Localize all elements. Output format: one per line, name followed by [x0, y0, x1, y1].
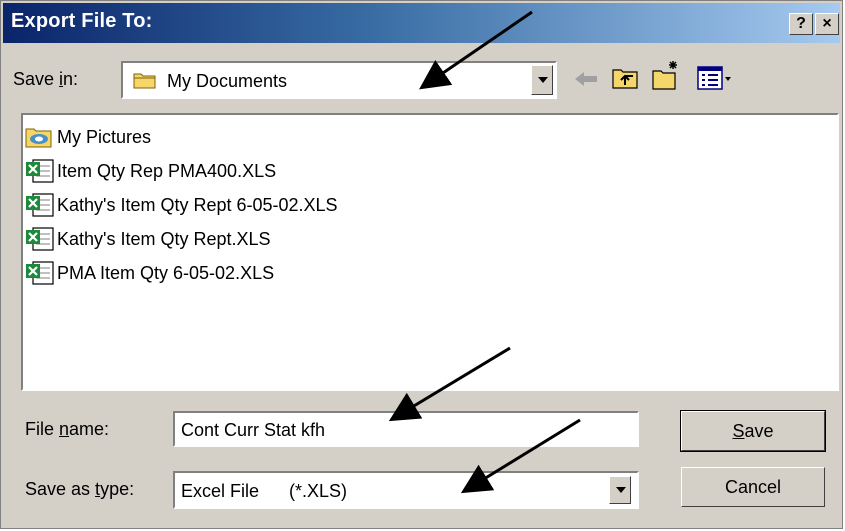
chevron-down-icon — [538, 77, 548, 83]
file-name-value: Cont Curr Stat kfh — [181, 420, 326, 440]
file-name-input[interactable]: Cont Curr Stat kfh — [173, 411, 639, 447]
save-as-type-combo[interactable]: Excel File (*.XLS) — [173, 471, 639, 509]
save-in-combo[interactable]: My Documents — [121, 61, 557, 99]
save-as-type-label: Save as type: — [25, 479, 135, 499]
save-in-dropdown-button[interactable] — [531, 65, 553, 95]
list-item[interactable]: PMA Item Qty 6-05-02.XLS — [25, 257, 274, 289]
save-in-label: Save in: — [13, 69, 79, 89]
excel-file-icon — [26, 159, 54, 183]
list-item[interactable]: Kathy's Item Qty Rept.XLS — [25, 223, 271, 255]
close-button[interactable]: × — [815, 13, 839, 35]
cancel-button[interactable]: Cancel — [681, 467, 825, 507]
save-in-value: My Documents — [167, 71, 288, 91]
back-arrow-icon[interactable] — [573, 67, 599, 96]
save-as-type-dropdown-button[interactable] — [609, 476, 631, 504]
title-bar[interactable]: Export File To: ? × — [3, 3, 840, 43]
excel-file-icon — [26, 227, 54, 251]
up-one-level-icon[interactable] — [611, 64, 639, 95]
list-item[interactable]: My Pictures — [25, 121, 151, 153]
folder-icon — [133, 70, 157, 95]
list-item[interactable]: Kathy's Item Qty Rept 6-05-02.XLS — [25, 189, 338, 221]
file-name-label: File name: — [25, 419, 110, 439]
list-item[interactable]: Item Qty Rep PMA400.XLS — [25, 155, 276, 187]
chevron-down-icon — [616, 487, 626, 493]
help-button[interactable]: ? — [789, 13, 813, 35]
file-list[interactable]: My Pictures Item Qty Rep PMA400.XLS Kath… — [21, 113, 839, 391]
window-title: Export File To: — [11, 10, 153, 32]
export-file-dialog: Export File To: ? × Save in: My Document… — [0, 0, 843, 529]
view-menu-icon[interactable] — [697, 65, 733, 96]
save-button[interactable]: Save — [680, 410, 826, 452]
excel-file-icon — [26, 261, 54, 285]
save-as-type-value: Excel File (*.XLS) — [181, 481, 348, 501]
excel-file-icon — [26, 193, 54, 217]
pictures-folder-icon — [25, 128, 52, 148]
create-new-folder-icon[interactable] — [651, 59, 683, 96]
